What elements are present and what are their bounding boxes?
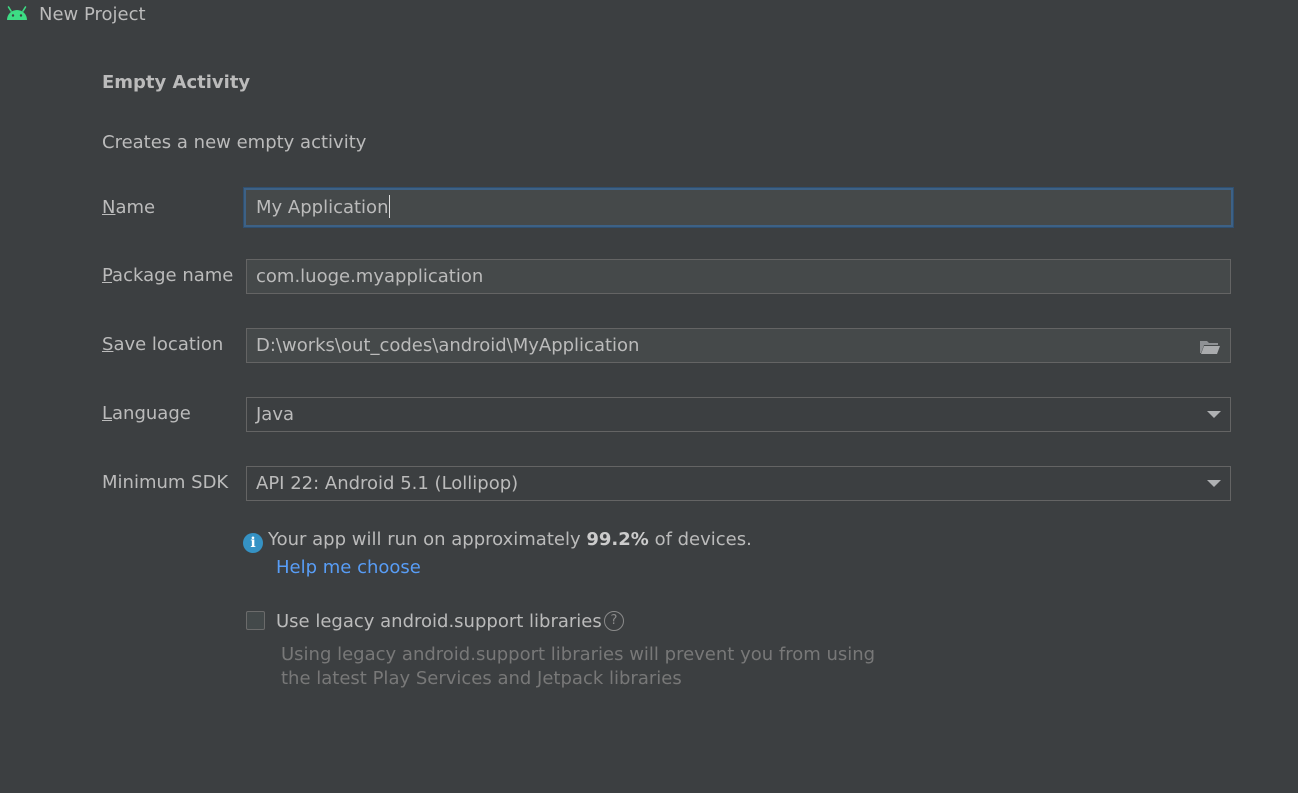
coverage-percentage: 99.2% (586, 529, 649, 550)
help-me-choose-link[interactable]: Help me choose (276, 556, 421, 580)
name-label-text: ame (115, 197, 156, 218)
language-selected-value: Java (256, 404, 295, 425)
name-label: Name (102, 196, 155, 220)
minimum-sdk-selected-value: API 22: Android 5.1 (Lollipop) (256, 473, 519, 494)
device-coverage-info: i Your app will run on approximately 99.2… (243, 528, 752, 553)
package-name-label-mnemonic: P (102, 265, 113, 286)
minimum-sdk-label: Minimum SDK (102, 472, 229, 493)
legacy-note-line-2: the latest Play Services and Jetpack lib… (281, 668, 682, 689)
minimum-sdk-dropdown[interactable]: API 22: Android 5.1 (Lollipop) (246, 466, 1231, 501)
chevron-down-icon[interactable] (1207, 480, 1221, 487)
save-location-input[interactable]: D:\works\out_codes\android\MyApplication (246, 328, 1231, 363)
info-icon: i (243, 533, 263, 553)
language-label-mnemonic: L (102, 403, 113, 424)
legacy-note-line-1: Using legacy android.support libraries w… (281, 644, 876, 665)
legacy-support-label[interactable]: Use legacy android.support libraries (276, 610, 602, 634)
language-label: Language (102, 402, 191, 426)
package-name-input-value: com.luoge.myapplication (256, 266, 484, 287)
window-title: New Project (39, 4, 146, 25)
coverage-prefix: Your app will run on approximately (268, 529, 581, 550)
name-input[interactable]: My Application (244, 188, 1233, 227)
legacy-support-checkbox[interactable] (246, 611, 265, 630)
save-location-input-value: D:\works\out_codes\android\MyApplication (256, 335, 640, 356)
save-location-label: Save location (102, 333, 223, 357)
package-name-input[interactable]: com.luoge.myapplication (246, 259, 1231, 294)
android-icon (7, 6, 27, 20)
folder-open-icon[interactable] (1199, 339, 1221, 355)
template-description: Creates a new empty activity (102, 132, 367, 153)
text-caret (389, 195, 391, 218)
coverage-suffix: of devices. (654, 529, 752, 550)
template-heading: Empty Activity (102, 72, 251, 93)
chevron-down-icon[interactable] (1207, 411, 1221, 418)
question-mark-icon[interactable]: ? (604, 611, 624, 631)
title-bar: New Project (0, 0, 1298, 32)
save-location-label-text: ave location (113, 334, 224, 355)
save-location-label-mnemonic: S (102, 334, 114, 355)
package-name-label: Package name (102, 264, 233, 288)
name-input-value: My Application (256, 197, 389, 218)
package-name-label-text: ackage name (112, 265, 234, 286)
name-label-mnemonic: N (102, 197, 116, 218)
language-dropdown[interactable]: Java (246, 397, 1231, 432)
language-label-text: anguage (112, 403, 191, 424)
